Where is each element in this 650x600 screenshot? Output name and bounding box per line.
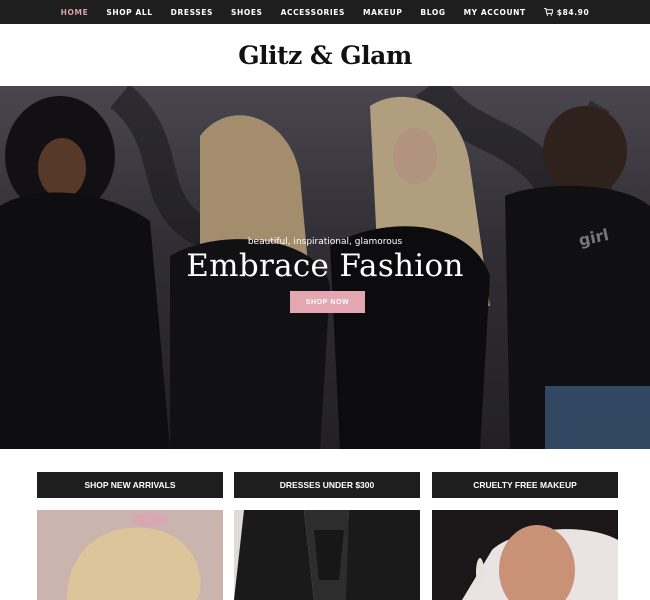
category-new-arrivals-button[interactable]: SHOP NEW ARRIVALS [37,472,223,498]
nav-accessories[interactable]: ACCESSORIES [281,8,345,17]
nav-shoes[interactable]: SHOES [231,8,263,17]
category-dresses-image[interactable] [234,510,420,600]
site-logo[interactable]: Glitz & Glam [238,41,412,70]
nav-blog[interactable]: BLOG [420,8,445,17]
nav-dresses[interactable]: DRESSES [171,8,213,17]
category-new-arrivals-image[interactable] [37,510,223,600]
category-dresses-button[interactable]: DRESSES UNDER $300 [234,472,420,498]
hero-title: Embrace Fashion [186,248,464,284]
hero-banner: girl beautiful, inspirational, glamorous… [0,86,650,449]
category-makeup-button[interactable]: CRUELTY FREE MAKEUP [432,472,618,498]
top-navigation: HOME SHOP ALL DRESSES SHOES ACCESSORIES … [0,0,650,24]
site-header: Glitz & Glam [0,24,650,86]
category-makeup-image[interactable] [432,510,618,600]
nav-my-account[interactable]: MY ACCOUNT [464,8,526,17]
nav-makeup[interactable]: MAKEUP [363,8,402,17]
nav-shop-all[interactable]: SHOP ALL [106,8,152,17]
nav-home[interactable]: HOME [61,8,89,17]
nav-cart[interactable]: $84.90 [543,7,590,17]
shop-now-button[interactable]: SHOP NOW [290,291,365,313]
hero-tagline: beautiful, inspirational, glamorous [247,237,403,247]
cart-total: $84.90 [556,7,590,17]
cart-icon [543,8,553,16]
